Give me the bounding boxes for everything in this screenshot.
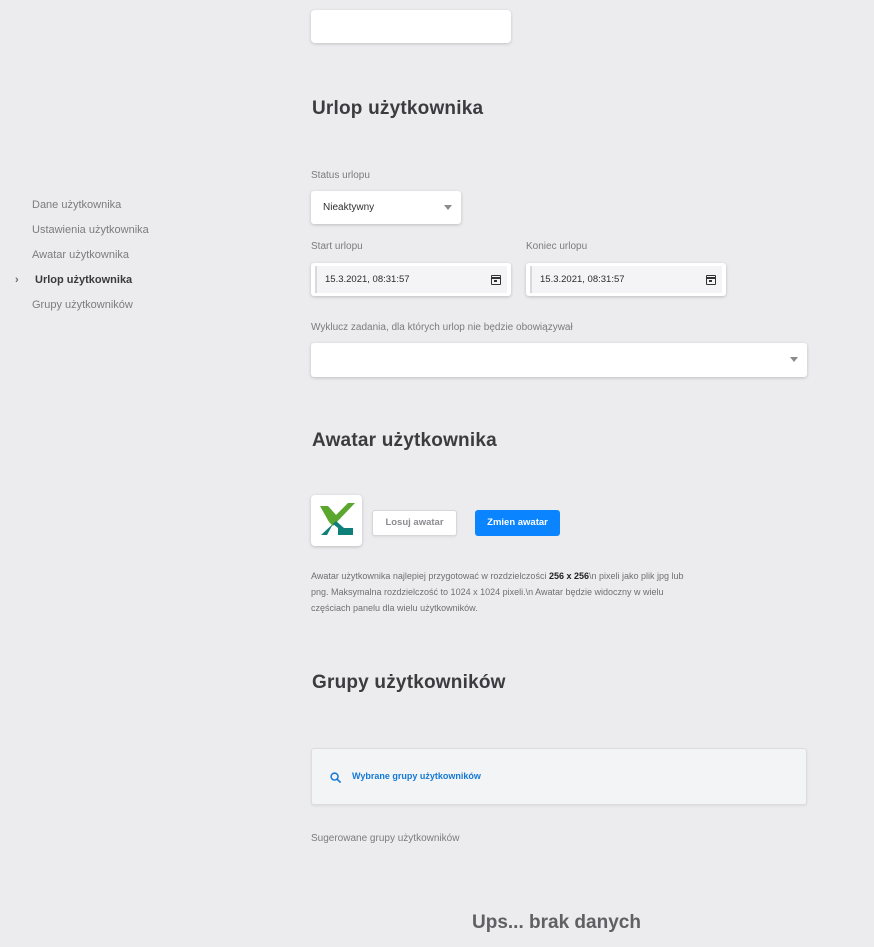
avatar-desc-text-1: Awatar użytkownika najlepiej przygotować… [311,571,549,581]
chevron-down-icon [790,357,798,362]
section-title-urlop: Urlop użytkownika [312,98,484,119]
top-card[interactable] [311,10,511,43]
start-date-input[interactable]: 15.3.2021, 08:31:57 [311,263,511,296]
sidebar-item-grupy[interactable]: Grupy użytkowników [0,295,200,320]
avatar-image [311,495,362,546]
empty-state-text: Ups... brak danych [472,912,641,933]
exclude-tasks-select[interactable] [311,343,807,377]
sidebar-item-awatar[interactable]: Awatar użytkownika [0,245,200,270]
end-label: Koniec urlopu [526,241,588,252]
exclude-label: Wyklucz zadania, dla których urlop nie b… [311,322,573,333]
end-date-field: 15.3.2021, 08:31:57 [530,266,722,293]
random-avatar-button[interactable]: Losuj awatar [372,510,457,536]
sidebar-item-label: Awatar użytkownika [32,249,130,261]
section-title-awatar: Awatar użytkownika [312,430,497,451]
calendar-icon[interactable] [491,275,501,285]
end-date-input[interactable]: 15.3.2021, 08:31:57 [526,263,726,296]
change-avatar-button[interactable]: Zmien awatar [475,510,560,536]
status-select-value: Nieaktywny [323,202,375,213]
status-label: Status urlopu [311,170,370,181]
sidebar-item-urlop[interactable]: › Urlop użytkownika [0,270,200,295]
section-title-grupy: Grupy użytkowników [312,672,506,693]
end-date-value: 15.3.2021, 08:31:57 [540,274,625,285]
avatar-logo-icon [320,503,355,535]
sidebar-item-dane[interactable]: Dane użytkownika [0,195,200,220]
chevron-down-icon [444,205,452,210]
status-select[interactable]: Nieaktywny [311,191,461,224]
start-label: Start urlopu [311,241,363,252]
calendar-icon[interactable] [706,275,716,285]
sidebar-item-label: Urlop użytkownika [35,274,133,286]
selected-groups-label[interactable]: Wybrane grupy użytkowników [352,749,481,804]
avatar-desc-resolution: 256 x 256 [548,571,589,581]
chevron-right-icon: › [15,274,19,286]
search-icon [330,772,341,783]
sidebar-item-label: Dane użytkownika [32,199,122,211]
suggested-groups-label: Sugerowane grupy użytkowników [311,833,460,844]
start-date-value: 15.3.2021, 08:31:57 [325,274,410,285]
avatar-description: Awatar użytkownika najlepiej przygotować… [311,568,691,616]
sidebar-item-label: Ustawienia użytkownika [32,224,149,236]
selected-groups-search[interactable]: Wybrane grupy użytkowników [311,748,807,805]
sidebar-nav: Dane użytkownika Ustawienia użytkownika … [0,195,200,320]
sidebar-item-label: Grupy użytkowników [32,299,133,311]
start-date-field: 15.3.2021, 08:31:57 [315,266,507,293]
sidebar-item-ustawienia[interactable]: Ustawienia użytkownika [0,220,200,245]
page: Dane użytkownika Ustawienia użytkownika … [0,0,874,947]
